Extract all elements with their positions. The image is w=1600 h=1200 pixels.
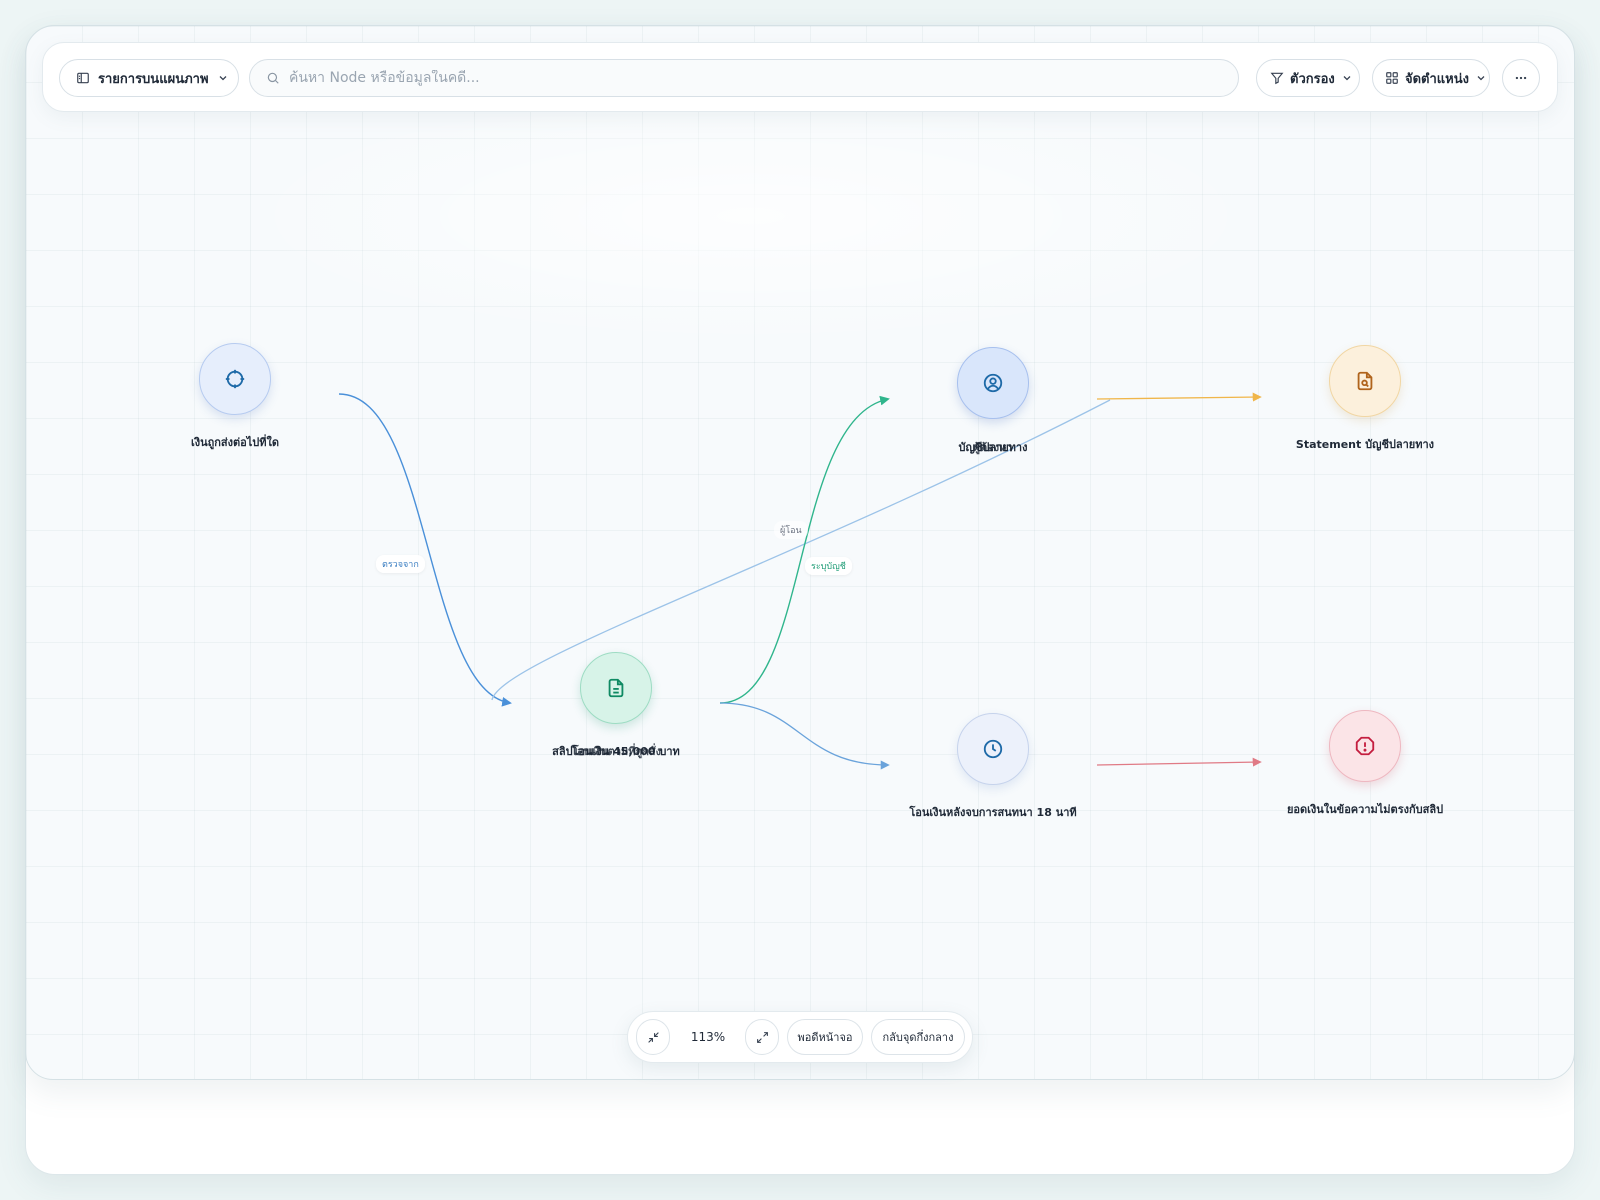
more-options-button[interactable] [1502,59,1540,97]
edge-label-specified-account: ระบุบัญชี [805,557,852,575]
maximize-icon [756,1031,768,1043]
top-toolbar: รายการบนแผนภาพ ตัวกรอง จัดตำแหน่ง [42,42,1558,112]
node-destination-account[interactable] [957,347,1029,419]
more-horizontal-icon [1515,76,1527,80]
zoom-out-button[interactable] [636,1019,670,1055]
crosshair-icon [225,369,245,389]
search-input[interactable] [289,70,1189,86]
node-transfer-slip[interactable] [580,652,652,724]
search-field[interactable] [249,59,1239,97]
node-label-destination-account-overlap: ผู้ต้องหา [973,441,1013,454]
edge-account-to-statement [1096,392,1262,402]
node-label-mismatch: ยอดเงินในข้อความไม่ตรงกับสลิป [1286,803,1444,816]
alert-circle-icon [1355,736,1375,756]
file-search-icon [1357,371,1373,391]
recenter-button[interactable]: กลับจุดกึ่งกลาง [871,1019,965,1055]
chevron-down-icon [219,76,226,81]
edge-slip-to-time [719,702,890,770]
node-mismatch[interactable] [1329,710,1401,782]
node-label-money-destination: เงินถูกส่งต่อไปที่ใด [190,436,280,449]
arrange-label: จัดตำแหน่ง [1405,71,1469,87]
node-money-destination[interactable] [199,343,271,415]
node-label-statement: Statement บัญชีปลายทาง [1295,438,1435,451]
user-circle-icon [983,373,1003,393]
edge-slip-to-account [719,395,890,704]
fit-screen-button[interactable]: พอดีหน้าจอ [787,1019,863,1055]
edge-label-checked-from: ตรวจจาก [376,555,425,573]
minimize-icon [647,1031,659,1043]
edge-time-to-mismatch [1096,757,1262,767]
chevron-down-icon [1477,76,1485,81]
node-label-transfer-slip-overlap: โอนเงินตามที่ถูกสั่ง [571,745,661,758]
edge-destination-to-slip [338,393,512,707]
grid-icon [1386,72,1398,84]
arrange-button[interactable]: จัดตำแหน่ง [1372,59,1490,97]
node-statement[interactable] [1329,345,1401,417]
document-icon [608,678,624,698]
node-label-transfer-time: โอนเงินหลังจบการสนทนา 18 นาที [909,806,1077,819]
node-transfer-time[interactable] [957,713,1029,785]
zoom-level: 113% [678,1019,738,1055]
diagram-items-label: รายการบนแผนภาพ [98,71,209,87]
zoom-controls: 113% พอดีหน้าจอ กลับจุดกึ่งกลาง [627,1011,973,1063]
sidebar-panel-icon [77,72,89,84]
chevron-down-icon [1343,76,1351,81]
clock-icon [983,739,1003,759]
filter-label: ตัวกรอง [1290,71,1335,87]
search-icon [267,72,279,84]
filter-button[interactable]: ตัวกรอง [1256,59,1360,97]
zoom-in-button[interactable] [745,1019,779,1055]
edge-label-transferer: ผู้โอน [774,521,808,539]
filter-icon [1270,72,1284,85]
diagram-items-button[interactable]: รายการบนแผนภาพ [59,59,239,97]
